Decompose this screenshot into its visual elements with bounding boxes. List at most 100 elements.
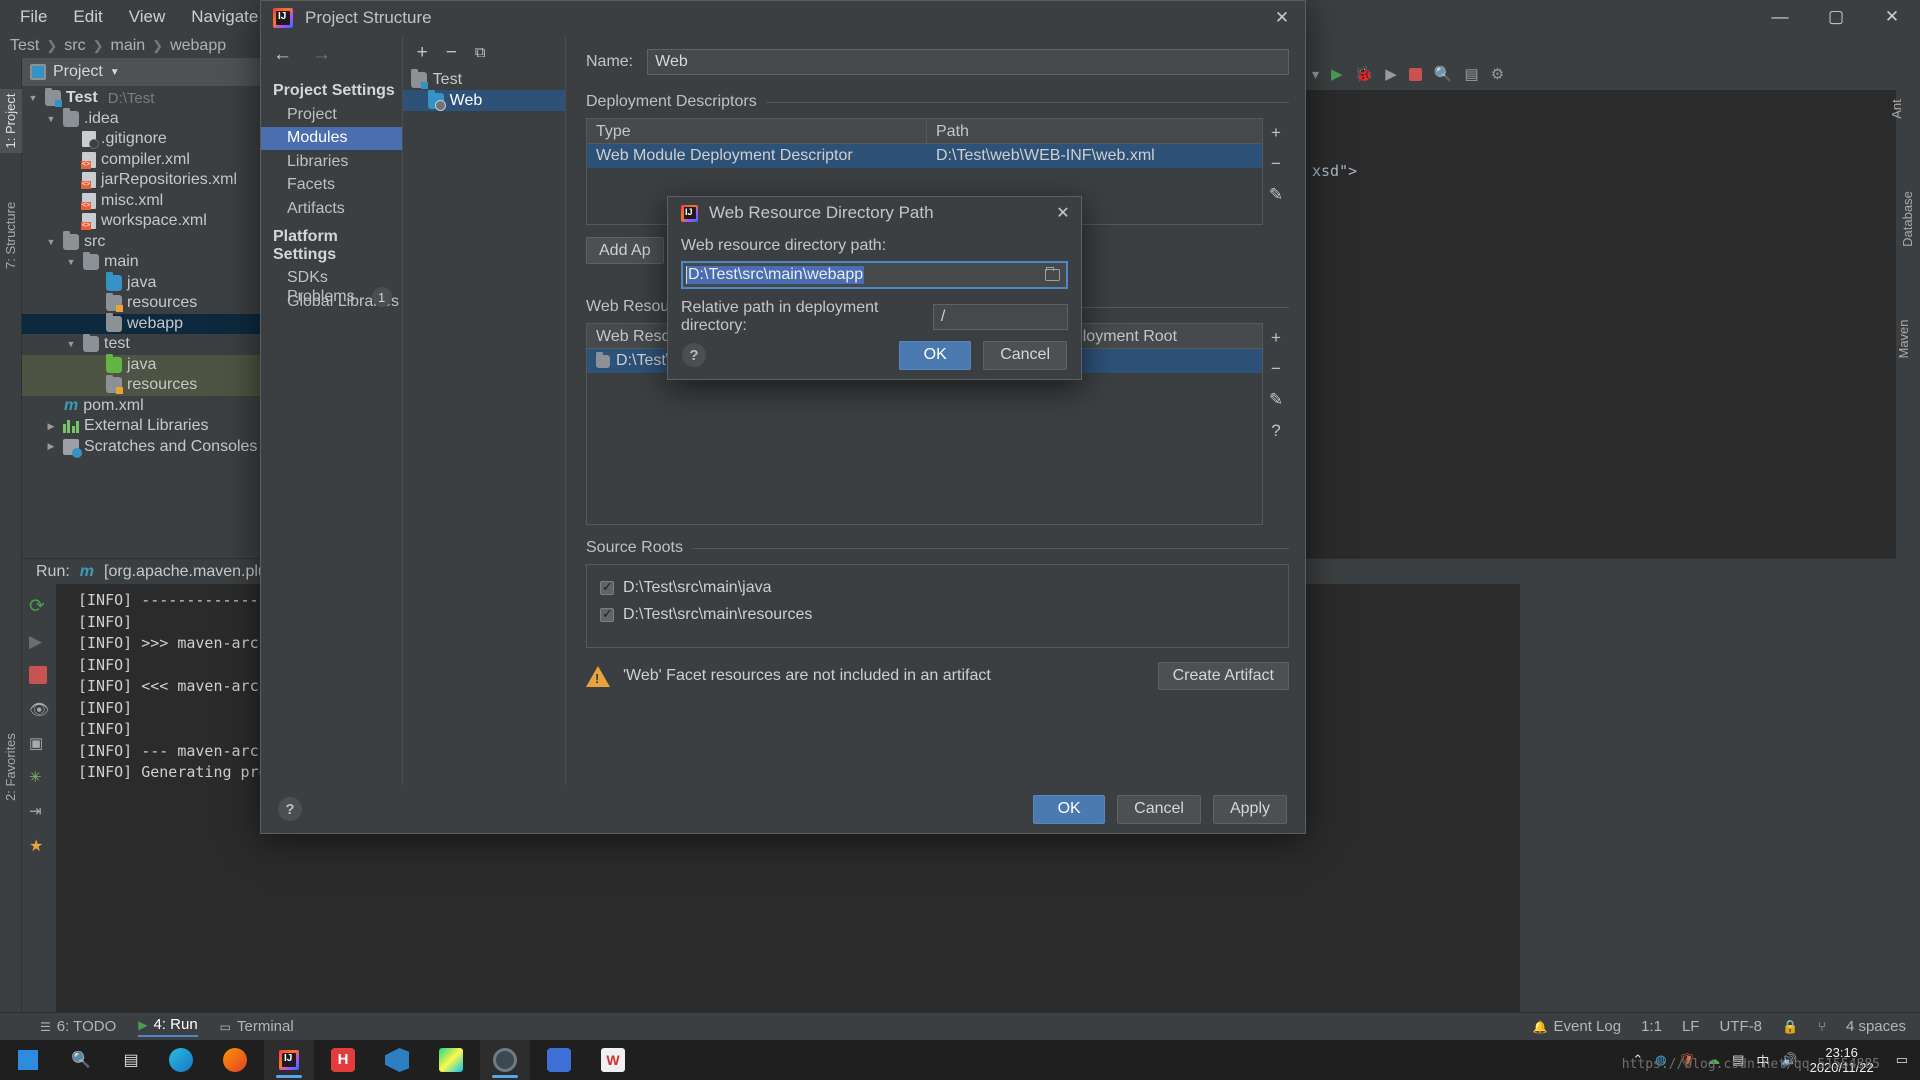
tree-item-scratches-and-consoles[interactable]: ▶ Scratches and Consoles xyxy=(22,437,282,458)
project-panel-header[interactable]: Project ▼ xyxy=(22,58,282,86)
chevron-down-icon[interactable]: ▼ xyxy=(110,67,120,78)
tree-item-src[interactable]: ▼ src xyxy=(22,232,282,253)
tool-tab-structure[interactable]: 7: Structure xyxy=(0,205,22,269)
notification-center-icon[interactable]: ▭ xyxy=(1896,1052,1908,1068)
rerun-icon[interactable]: ⟳ xyxy=(29,598,47,616)
source-root-item[interactable]: D:\Test\src\main\java xyxy=(600,574,1288,601)
coverage-button-icon[interactable]: ▶ xyxy=(1385,65,1397,83)
line-separator[interactable]: LF xyxy=(1682,1018,1700,1035)
tree-item-gitignore[interactable]: .gitignore xyxy=(22,129,282,150)
settings-gear-icon[interactable]: ✳ xyxy=(29,768,47,786)
taskbar-taskview-icon[interactable]: ▤ xyxy=(106,1040,156,1080)
checkbox-checked-icon[interactable] xyxy=(600,581,614,595)
breadcrumb-item-webapp[interactable]: webapp xyxy=(170,37,226,55)
column-header-type[interactable]: Type xyxy=(587,119,927,143)
add-module-button[interactable]: + xyxy=(417,43,428,62)
browse-folder-button[interactable] xyxy=(1038,263,1066,287)
rerun-failed-icon[interactable]: ▶ xyxy=(29,632,47,650)
project-structure-ok-button[interactable]: OK xyxy=(1033,795,1105,824)
edit-descriptor-button[interactable]: ✎ xyxy=(1269,185,1283,205)
tree-item-main-resources[interactable]: resources xyxy=(22,293,282,314)
tree-item-main[interactable]: ▼ main xyxy=(22,252,282,273)
web-resource-dialog-cancel-button[interactable]: Cancel xyxy=(983,341,1067,370)
tool-tab-project[interactable]: 1: Project xyxy=(0,89,22,153)
settings-icon[interactable]: ⚙ xyxy=(1491,65,1504,83)
remove-module-button[interactable]: − xyxy=(446,43,457,62)
edit-web-resource-button[interactable]: ✎ xyxy=(1269,390,1283,410)
nav-item-problems[interactable]: Problems 1 xyxy=(261,287,402,307)
taskbar-app-wps[interactable]: W xyxy=(588,1040,638,1080)
tree-item-pom-xml[interactable]: m pom.xml xyxy=(22,396,282,417)
project-structure-close-button[interactable]: ✕ xyxy=(1259,1,1305,35)
tree-item-jarrepositories-xml[interactable]: jarRepositories.xml xyxy=(22,170,282,191)
tree-item-main-java[interactable]: java xyxy=(22,273,282,294)
nav-item-facets[interactable]: Facets xyxy=(261,174,402,198)
caret-position[interactable]: 1:1 xyxy=(1641,1018,1662,1035)
tool-tab-database[interactable]: Database xyxy=(1897,181,1919,257)
expand-twisty-icon[interactable]: ▼ xyxy=(26,93,40,103)
relative-path-input[interactable]: / xyxy=(933,304,1068,330)
help-web-resource-button[interactable]: ? xyxy=(1271,421,1280,441)
menu-item-navigate[interactable]: Navigate xyxy=(179,3,270,31)
eye-icon[interactable]: 👁 xyxy=(29,700,47,718)
tree-item-test[interactable]: ▼ Test D:\Test xyxy=(22,88,282,109)
status-tab-run[interactable]: ▶ 4: Run xyxy=(138,1016,197,1037)
facet-name-input[interactable]: Web xyxy=(647,49,1289,75)
module-item-test[interactable]: Test xyxy=(403,69,565,90)
pin-icon[interactable]: ★ xyxy=(29,836,47,854)
taskbar-app-edge[interactable] xyxy=(156,1040,206,1080)
git-branch-icon[interactable]: ⑂ xyxy=(1818,1019,1826,1034)
add-web-resource-button[interactable]: + xyxy=(1271,328,1281,348)
project-structure-apply-button[interactable]: Apply xyxy=(1213,795,1287,824)
tool-tab-maven[interactable]: Maven xyxy=(1893,307,1915,371)
column-header-path[interactable]: Path xyxy=(927,119,1262,143)
tree-item-workspace-xml[interactable]: workspace.xml xyxy=(22,211,282,232)
copy-module-button[interactable]: ⧉ xyxy=(475,45,486,60)
project-structure-icon[interactable]: ▤ xyxy=(1465,65,1479,83)
nav-item-libraries[interactable]: Libraries xyxy=(261,150,402,174)
code-editor[interactable]: xsd"> xyxy=(1300,58,1920,558)
tree-item-misc-xml[interactable]: misc.xml xyxy=(22,191,282,212)
indent-setting[interactable]: 4 spaces xyxy=(1846,1018,1906,1035)
menu-item-file[interactable]: File xyxy=(8,3,59,31)
web-resource-dialog-help-button[interactable]: ? xyxy=(682,343,706,367)
source-roots-list[interactable]: D:\Test\src\main\java D:\Test\src\main\r… xyxy=(586,564,1289,648)
menu-item-edit[interactable]: Edit xyxy=(61,3,114,31)
collapse-twisty-icon[interactable]: ▶ xyxy=(44,421,58,432)
nav-item-artifacts[interactable]: Artifacts xyxy=(261,197,402,221)
remove-descriptor-button[interactable]: − xyxy=(1271,154,1281,174)
file-encoding[interactable]: UTF-8 xyxy=(1719,1018,1762,1035)
nav-item-project[interactable]: Project xyxy=(261,103,402,127)
taskbar-app-teams[interactable] xyxy=(534,1040,584,1080)
source-root-item[interactable]: D:\Test\src\main\resources xyxy=(600,601,1288,628)
project-structure-cancel-button[interactable]: Cancel xyxy=(1117,795,1201,824)
web-resource-path-input[interactable]: D:\Test\src\main\webapp xyxy=(683,263,1038,287)
taskbar-app-pycharm[interactable] xyxy=(426,1040,476,1080)
tree-item-test-folder[interactable]: ▼ test xyxy=(22,334,282,355)
breadcrumb-item-main[interactable]: main xyxy=(110,37,145,55)
web-resource-dialog-ok-button[interactable]: OK xyxy=(899,341,971,370)
table-row[interactable]: Web Module Deployment Descriptor D:\Test… xyxy=(587,144,1262,168)
project-tree[interactable]: ▼ Test D:\Test ▼ .idea .gitignore compil… xyxy=(22,86,282,457)
expand-twisty-icon[interactable]: ▼ xyxy=(44,237,58,247)
event-log-button[interactable]: 🔔 Event Log xyxy=(1533,1018,1622,1035)
expand-twisty-icon[interactable]: ▼ xyxy=(64,339,78,349)
taskbar-app-chrome-dark[interactable] xyxy=(480,1040,530,1080)
web-resource-path-field[interactable]: D:\Test\src\main\webapp xyxy=(681,261,1068,289)
checkbox-checked-icon[interactable] xyxy=(600,608,614,622)
add-application-server-button[interactable]: Add Ap xyxy=(586,237,664,264)
lock-icon[interactable]: 🔒 xyxy=(1782,1019,1798,1035)
expand-twisty-icon[interactable]: ▼ xyxy=(64,257,78,267)
remove-web-resource-button[interactable]: − xyxy=(1271,359,1281,379)
taskbar-app-firefox[interactable] xyxy=(210,1040,260,1080)
tool-tab-favorites[interactable]: 2: Favorites xyxy=(0,737,22,801)
maximize-button[interactable]: ▢ xyxy=(1808,0,1864,34)
tree-item-webapp[interactable]: webapp xyxy=(22,314,282,335)
module-item-web[interactable]: Web xyxy=(403,90,565,111)
collapse-twisty-icon[interactable]: ▶ xyxy=(44,441,58,452)
minimize-button[interactable]: — xyxy=(1752,0,1808,34)
forward-arrow-icon[interactable]: → xyxy=(312,44,331,66)
web-resource-dialog-close-button[interactable]: ✕ xyxy=(1049,201,1077,225)
menu-item-view[interactable]: View xyxy=(117,3,178,31)
tree-item-test-resources[interactable]: resources xyxy=(22,375,282,396)
